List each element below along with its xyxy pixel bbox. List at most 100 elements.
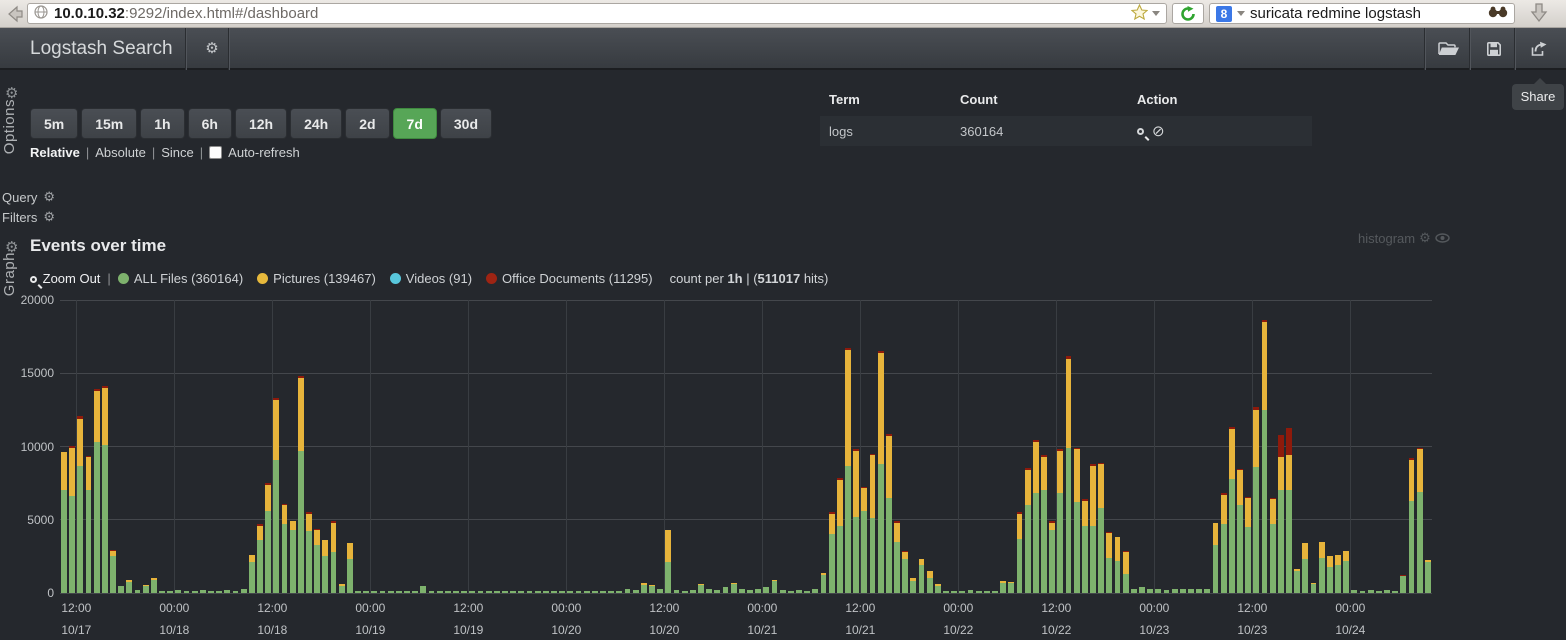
bar-segment-all-files[interactable] — [755, 589, 761, 593]
bar-segment-pictures[interactable] — [1049, 523, 1055, 530]
bar-segment-pictures[interactable] — [837, 480, 843, 525]
bar-segment-office-documents[interactable] — [1074, 448, 1080, 450]
bar-segment-pictures[interactable] — [641, 583, 647, 585]
panel-view-eye-icon[interactable] — [1435, 231, 1450, 246]
mode-relative[interactable]: Relative — [30, 145, 80, 160]
bar-segment-all-files[interactable] — [429, 591, 435, 593]
bar-segment-office-documents[interactable] — [1221, 493, 1227, 494]
bar-segment-all-files[interactable] — [355, 591, 361, 593]
bar-segment-all-files[interactable] — [282, 524, 288, 593]
bar-segment-all-files[interactable] — [331, 552, 337, 593]
bar-segment-all-files[interactable] — [1343, 561, 1349, 593]
bar-segment-all-files[interactable] — [1017, 539, 1023, 593]
bar-segment-pictures[interactable] — [698, 584, 704, 585]
bar-segment-office-documents[interactable] — [77, 416, 83, 418]
bar-segment-pictures[interactable] — [1335, 555, 1341, 565]
bar-segment-pictures[interactable] — [1090, 466, 1096, 526]
bar-segment-all-files[interactable] — [437, 591, 443, 593]
bar-segment-all-files[interactable] — [77, 466, 83, 593]
bar-segment-pictures[interactable] — [1033, 442, 1039, 493]
bar-segment-all-files[interactable] — [1041, 490, 1047, 593]
bar-segment-all-files[interactable] — [780, 590, 786, 593]
bar-segment-pictures[interactable] — [1008, 582, 1014, 583]
bar-segment-all-files[interactable] — [143, 586, 149, 593]
time-range-button-1h[interactable]: 1h — [140, 108, 184, 139]
bar-segment-pictures[interactable] — [1278, 457, 1284, 491]
bar-segment-all-files[interactable] — [1294, 571, 1300, 593]
query-section[interactable]: Query ⚙ — [2, 189, 55, 205]
bar-segment-all-files[interactable] — [257, 540, 263, 593]
bar-segment-all-files[interactable] — [919, 565, 925, 593]
bar-segment-all-files[interactable] — [396, 591, 402, 593]
bar-segment-all-files[interactable] — [1000, 583, 1006, 593]
auto-refresh-checkbox[interactable] — [209, 146, 222, 159]
bar-segment-all-files[interactable] — [837, 526, 843, 593]
bar-segment-pictures[interactable] — [935, 584, 941, 585]
bar-segment-all-files[interactable] — [845, 466, 851, 593]
bar-segment-all-files[interactable] — [829, 534, 835, 593]
bar-segment-office-documents[interactable] — [282, 504, 288, 505]
time-range-button-12h[interactable]: 12h — [235, 108, 287, 139]
bar-segment-all-files[interactable] — [1033, 493, 1039, 593]
bar-segment-pictures[interactable] — [910, 578, 916, 581]
bar-segment-all-files[interactable] — [184, 591, 190, 593]
load-dashboard-folder-icon[interactable] — [1427, 28, 1471, 70]
bar-segment-office-documents[interactable] — [829, 512, 835, 513]
bar-segment-office-documents[interactable] — [1066, 356, 1072, 358]
bar-segment-all-files[interactable] — [821, 575, 827, 593]
bar-segment-pictures[interactable] — [1123, 552, 1129, 574]
bar-segment-all-files[interactable] — [1049, 530, 1055, 593]
search-engine-icon[interactable]: 8 — [1216, 6, 1232, 22]
time-range-button-30d[interactable]: 30d — [440, 108, 492, 139]
bar-segment-all-files[interactable] — [625, 589, 631, 593]
bar-segment-office-documents[interactable] — [86, 456, 92, 457]
bar-segment-all-files[interactable] — [69, 496, 75, 593]
bar-segment-pictures[interactable] — [94, 391, 100, 442]
bar-segment-all-files[interactable] — [1196, 589, 1202, 593]
bar-segment-all-files[interactable] — [1090, 526, 1096, 593]
bar-segment-all-files[interactable] — [1123, 574, 1129, 593]
bar-segment-all-files[interactable] — [1392, 591, 1398, 593]
bar-segment-office-documents[interactable] — [1098, 463, 1104, 464]
bar-segment-all-files[interactable] — [412, 591, 418, 593]
bar-segment-pictures[interactable] — [1302, 543, 1308, 559]
bar-segment-pictures[interactable] — [845, 350, 851, 466]
bar-segment-all-files[interactable] — [1302, 559, 1308, 593]
bar-segment-all-files[interactable] — [518, 591, 524, 593]
bar-segment-pictures[interactable] — [1074, 449, 1080, 502]
bar-segment-all-files[interactable] — [233, 591, 239, 593]
bar-segment-all-files[interactable] — [543, 591, 549, 593]
bar-segment-all-files[interactable] — [772, 581, 778, 593]
bar-segment-pictures[interactable] — [1229, 429, 1235, 479]
bar-segment-office-documents[interactable] — [1017, 512, 1023, 513]
bar-segment-all-files[interactable] — [1270, 524, 1276, 593]
bar-segment-all-files[interactable] — [241, 589, 247, 593]
bar-segment-office-documents[interactable] — [1090, 464, 1096, 465]
bar-segment-all-files[interactable] — [1229, 479, 1235, 593]
bar-segment-all-files[interactable] — [690, 590, 696, 593]
bar-segment-all-files[interactable] — [1155, 589, 1161, 593]
bar-segment-all-files[interactable] — [363, 591, 369, 593]
bar-segment-pictures[interactable] — [298, 378, 304, 451]
bar-segment-all-files[interactable] — [698, 585, 704, 593]
filters-gear-icon[interactable]: ⚙ — [43, 209, 55, 225]
bar-segment-all-files[interactable] — [608, 591, 614, 593]
bar-segment-pictures[interactable] — [347, 543, 353, 559]
bar-segment-all-files[interactable] — [1368, 590, 1374, 593]
bar-segment-all-files[interactable] — [167, 591, 173, 593]
legend-item[interactable]: Videos (91) — [390, 271, 472, 286]
bar-segment-pictures[interactable] — [1409, 460, 1415, 501]
bar-segment-office-documents[interactable] — [1286, 428, 1292, 455]
bar-segment-office-documents[interactable] — [1123, 551, 1129, 552]
bar-segment-all-files[interactable] — [486, 591, 492, 593]
bar-segment-all-files[interactable] — [1204, 589, 1210, 593]
bar-segment-all-files[interactable] — [1147, 589, 1153, 593]
bar-segment-office-documents[interactable] — [273, 398, 279, 400]
bar-segment-all-files[interactable] — [584, 591, 590, 593]
bar-segment-all-files[interactable] — [510, 591, 516, 593]
bar-segment-all-files[interactable] — [763, 587, 769, 593]
zoom-out-button[interactable]: Zoom Out — [30, 271, 100, 286]
bar-segment-pictures[interactable] — [1425, 560, 1431, 562]
bar-segment-all-files[interactable] — [1082, 526, 1088, 593]
bar-segment-all-files[interactable] — [461, 591, 467, 593]
